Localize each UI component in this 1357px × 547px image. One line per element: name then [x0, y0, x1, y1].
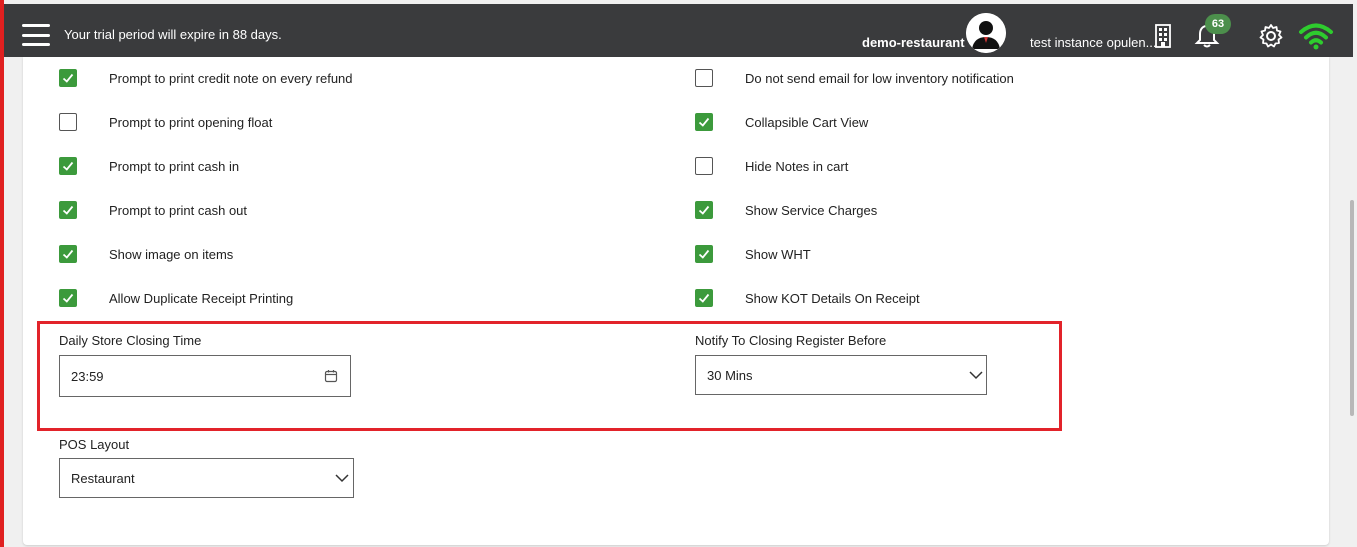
- top-bar: Your trial period will expire in 88 days…: [4, 4, 1353, 57]
- setting-row[interactable]: Show KOT Details On Receipt: [695, 288, 920, 308]
- closing-time-input[interactable]: 23:59: [59, 355, 351, 397]
- checkbox[interactable]: [59, 69, 77, 87]
- setting-label: Hide Notes in cart: [745, 158, 849, 174]
- wifi-icon: [1299, 23, 1333, 50]
- setting-row[interactable]: Hide Notes in cart: [695, 156, 848, 176]
- setting-row[interactable]: Do not send email for low inventory noti…: [695, 68, 1014, 88]
- check-icon: [62, 293, 74, 303]
- setting-label: Show image on items: [109, 246, 234, 262]
- setting-row[interactable]: Show Service Charges: [695, 200, 877, 220]
- setting-row[interactable]: Prompt to print credit note on every ref…: [59, 68, 353, 88]
- setting-label: Show Service Charges: [745, 202, 878, 218]
- checkbox[interactable]: [59, 245, 77, 263]
- scrollbar[interactable]: [1350, 200, 1354, 416]
- restaurant-name[interactable]: demo-restaurant: [862, 35, 965, 50]
- menu-icon[interactable]: [22, 24, 50, 46]
- checkbox[interactable]: [695, 201, 713, 219]
- checkbox[interactable]: [695, 69, 713, 87]
- setting-label: Prompt to print cash in: [109, 158, 240, 174]
- left-edge-accent: [0, 0, 4, 547]
- check-icon: [62, 161, 74, 171]
- setting-row[interactable]: Prompt to print opening float: [59, 112, 272, 132]
- check-icon: [698, 205, 710, 215]
- setting-label: Allow Duplicate Receipt Printing: [109, 290, 294, 306]
- trial-message: Your trial period will expire in 88 days…: [64, 27, 282, 42]
- checkbox[interactable]: [695, 245, 713, 263]
- checkbox[interactable]: [59, 201, 77, 219]
- chevron-down-icon: [335, 474, 349, 483]
- closing-time-value: 23:59: [71, 368, 104, 384]
- pos-layout-value: Restaurant: [71, 470, 135, 486]
- user-avatar-icon: [966, 13, 1006, 53]
- gear-icon[interactable]: [1258, 23, 1284, 49]
- building-icon[interactable]: [1152, 23, 1174, 49]
- check-icon: [62, 73, 74, 83]
- setting-label: Do not send email for low inventory noti…: [745, 70, 1014, 86]
- setting-row[interactable]: Prompt to print cash in: [59, 156, 239, 176]
- instance-name[interactable]: test instance opulen...: [1030, 35, 1156, 50]
- setting-row[interactable]: Show WHT: [695, 244, 811, 264]
- check-icon: [698, 293, 710, 303]
- closing-time-label: Daily Store Closing Time: [59, 333, 202, 348]
- setting-label: Show WHT: [745, 246, 811, 262]
- pos-layout-select[interactable]: Restaurant: [59, 458, 354, 498]
- pos-layout-label: POS Layout: [59, 437, 130, 452]
- checkbox[interactable]: [695, 113, 713, 131]
- notify-before-label: Notify To Closing Register Before: [695, 333, 887, 348]
- setting-row[interactable]: Prompt to print cash out: [59, 200, 247, 220]
- check-icon: [698, 117, 710, 127]
- notify-before-select[interactable]: 30 Mins: [695, 355, 987, 395]
- setting-label: Collapsible Cart View: [745, 114, 869, 130]
- avatar[interactable]: [966, 13, 1006, 53]
- setting-label: Prompt to print credit note on every ref…: [109, 70, 353, 86]
- setting-label: Prompt to print opening float: [109, 114, 273, 130]
- checkbox[interactable]: [59, 289, 77, 307]
- checkbox[interactable]: [695, 289, 713, 307]
- checkbox[interactable]: [59, 113, 77, 131]
- check-icon: [698, 249, 710, 259]
- setting-row[interactable]: Allow Duplicate Receipt Printing: [59, 288, 293, 308]
- setting-label: Show KOT Details On Receipt: [745, 290, 920, 306]
- setting-row[interactable]: Collapsible Cart View: [695, 112, 868, 132]
- chevron-down-icon: [969, 371, 983, 380]
- check-icon: [62, 205, 74, 215]
- setting-label: Prompt to print cash out: [109, 202, 248, 218]
- checkbox[interactable]: [695, 157, 713, 175]
- setting-row[interactable]: Show image on items: [59, 244, 233, 264]
- checkbox[interactable]: [59, 157, 77, 175]
- notification-count-badge: 63: [1205, 14, 1231, 34]
- calendar-icon[interactable]: [324, 369, 338, 383]
- notify-before-value: 30 Mins: [707, 367, 753, 383]
- check-icon: [62, 249, 74, 259]
